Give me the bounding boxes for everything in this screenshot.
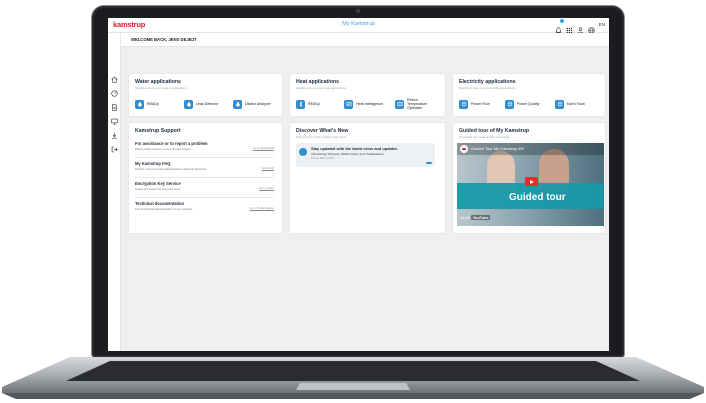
plug-icon xyxy=(555,99,564,109)
card-title: Guided tour of My Kamstrup xyxy=(459,128,530,134)
video-header: Guided Tour My Kamstrup EN xyxy=(457,143,604,155)
support-row-encryption: Encryption Key Service Guides and suppor… xyxy=(135,181,274,191)
support-card: Kamstrup Support For assistance or to re… xyxy=(129,123,282,233)
laptop-base xyxy=(0,357,706,401)
camera-icon xyxy=(356,9,360,13)
card-subtitle: Find what you need quickly and easily xyxy=(459,135,510,139)
water-applications-card: Water applications Quickly access your w… xyxy=(129,74,282,116)
app-district-analyzer[interactable]: District Analyzer xyxy=(233,98,271,110)
welcome-bar: WELCOME BACK, JENS DEJBJT xyxy=(121,33,609,47)
new-tag xyxy=(426,162,432,164)
app-ready-water[interactable]: READy xyxy=(135,98,159,110)
product-guides-link[interactable]: Go to Product guides xyxy=(250,207,274,210)
plug-icon xyxy=(505,99,514,109)
page-title: My Kamstrup xyxy=(342,21,375,27)
card-subtitle: Quickly access your water applications xyxy=(135,86,187,90)
divider xyxy=(135,197,274,198)
play-button[interactable] xyxy=(525,177,538,186)
channel-avatar xyxy=(460,145,468,153)
logout-icon[interactable] xyxy=(111,140,118,153)
card-title: Heat applications xyxy=(296,79,339,85)
top-icons: EN xyxy=(555,19,605,35)
support-row-faq: My Kamstrup FAQ Find the most commonly a… xyxy=(135,161,274,171)
temperature-icon xyxy=(395,99,404,109)
globe-icon[interactable] xyxy=(588,21,595,34)
app-power-quality[interactable]: Power Quality xyxy=(505,98,539,110)
card-subtitle: Quickly access your heat applications xyxy=(296,86,347,90)
water-drop-icon xyxy=(184,99,193,109)
sidebar xyxy=(108,33,121,351)
video-overlay-text: Guided tour xyxy=(509,192,566,203)
top-bar: kamstrup My Kamstrup EN xyxy=(108,18,609,35)
notification-badge xyxy=(559,19,564,23)
electricity-applications-card: Electricity applications Quickly access … xyxy=(453,74,605,116)
apps-grid-icon[interactable] xyxy=(566,21,573,34)
news-item[interactable]: Stay updated with the latest news and up… xyxy=(296,143,435,167)
thermometer-icon xyxy=(296,99,305,109)
home-icon[interactable] xyxy=(111,70,118,83)
heat-chart-icon xyxy=(344,99,353,109)
news-icon xyxy=(299,148,307,159)
water-drop-icon xyxy=(233,99,242,109)
dashboard-icon[interactable] xyxy=(111,84,118,97)
language-selector[interactable]: EN xyxy=(599,22,605,27)
divider xyxy=(135,177,274,178)
app-heat-intelligence[interactable]: Heat Intelligence xyxy=(344,98,383,110)
water-drop-icon xyxy=(135,99,144,109)
card-subtitle: Quickly access your electricity applicat… xyxy=(459,86,516,90)
bell-icon[interactable] xyxy=(555,19,564,35)
news-card: Discover What's New Stay informed with u… xyxy=(290,123,445,233)
faq-link[interactable]: Go to FAQ xyxy=(262,167,274,170)
card-subtitle: Stay informed with updates and news xyxy=(296,135,346,139)
card-title: Water applications xyxy=(135,79,181,85)
heat-applications-card: Heat applications Quickly access your he… xyxy=(290,74,445,116)
app-return-temperature-optimizer[interactable]: Return Temperature Optimizer xyxy=(395,98,437,110)
welcome-text: WELCOME BACK, JENS DEJBJT xyxy=(131,37,197,42)
app-ready-heat[interactable]: READy xyxy=(296,98,320,110)
card-title: Kamstrup Support xyxy=(135,128,181,134)
monitor-icon[interactable] xyxy=(111,112,118,125)
screen: kamstrup My Kamstrup EN WELCOME BACK, JE… xyxy=(108,18,609,351)
app-leak-detector[interactable]: Leak Detector xyxy=(184,98,218,110)
plug-icon xyxy=(459,99,468,109)
document-icon[interactable] xyxy=(111,98,118,111)
support-row-documentation: Technical documentation Find all technic… xyxy=(135,201,274,211)
download-icon[interactable] xyxy=(111,126,118,139)
support-row-servicedesk: For assistance or to report a problem Pl… xyxy=(135,141,274,151)
divider xyxy=(135,157,274,158)
user-icon[interactable] xyxy=(577,21,584,34)
video-title: Guided Tour My Kamstrup EN xyxy=(471,146,525,151)
servicedesk-link[interactable]: Go to Servicedesk xyxy=(253,147,274,150)
watch-on-youtube[interactable]: Se på YouTube xyxy=(460,215,491,220)
guided-tour-card: Guided tour of My Kamstrup Find what you… xyxy=(453,123,605,233)
youtube-logo-icon: YouTube xyxy=(471,215,491,220)
app-power-flow[interactable]: Power Flow xyxy=(459,98,490,110)
guides-link[interactable]: Go to guides xyxy=(259,187,274,190)
card-title: Electricity applications xyxy=(459,79,516,85)
video-player[interactable]: Guided Tour My Kamstrup EN Guided tour S… xyxy=(457,143,604,226)
card-title: Discover What's New xyxy=(296,128,349,134)
app-earth-fault[interactable]: Earth Fault xyxy=(555,98,585,110)
